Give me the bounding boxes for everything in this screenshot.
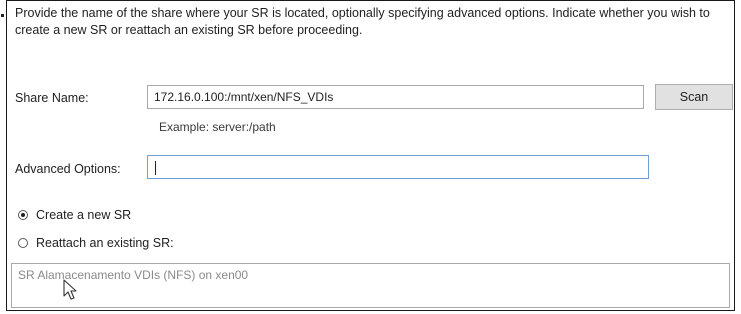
create-new-sr-option[interactable]: Create a new SR: [18, 208, 131, 222]
advanced-options-label: Advanced Options:: [15, 162, 121, 176]
scan-button[interactable]: Scan: [655, 84, 733, 110]
share-name-value: 172.16.0.100:/mnt/xen/NFS_VDIs: [154, 90, 334, 104]
share-name-example: Example: server:/path: [159, 120, 276, 134]
reattach-sr-option[interactable]: Reattach an existing SR:: [18, 236, 174, 250]
bullet-marker: [1, 14, 4, 17]
nfs-storage-panel: Provide the name of the share where your…: [6, 0, 735, 311]
text-caret: [155, 160, 156, 175]
reattach-sr-radio[interactable]: [18, 238, 28, 248]
share-name-label: Share Name:: [15, 91, 89, 105]
reattach-sr-label: Reattach an existing SR:: [36, 236, 174, 250]
advanced-options-input[interactable]: [147, 155, 649, 179]
existing-sr-list[interactable]: SR Alamacenamento VDIs (NFS) on xen00: [11, 263, 730, 308]
mouse-pointer-icon: [63, 279, 77, 300]
instructions-text: Provide the name of the share where your…: [15, 6, 710, 37]
create-new-sr-label: Create a new SR: [36, 208, 132, 222]
create-new-sr-radio[interactable]: [18, 210, 28, 220]
sr-list-item[interactable]: SR Alamacenamento VDIs (NFS) on xen00: [18, 268, 248, 282]
share-name-input[interactable]: 172.16.0.100:/mnt/xen/NFS_VDIs: [147, 85, 644, 109]
